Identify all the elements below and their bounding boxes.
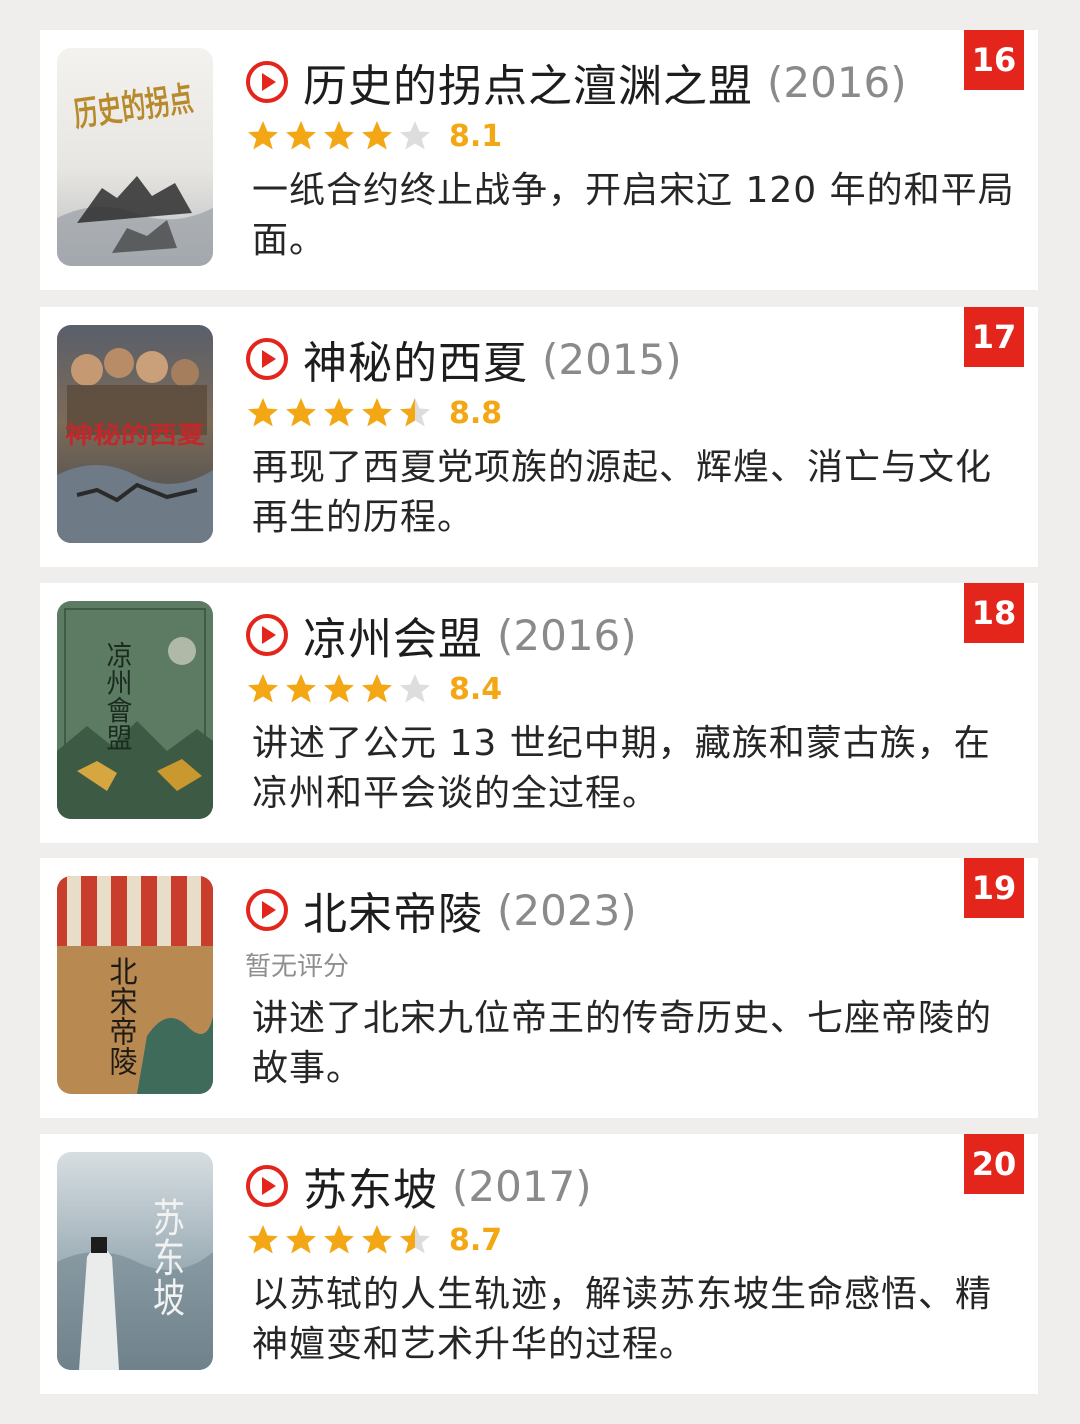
list-item[interactable]: 历史的拐点 历史的拐点之澶渊之盟 (2016) 8.1 一纸合约终止战争，开启宋… (40, 30, 1038, 290)
star-empty-icon (400, 121, 430, 150)
star-rating (245, 118, 435, 154)
star-half-icon (400, 1225, 430, 1254)
star-empty-icon (400, 674, 430, 703)
rating-score: 8.4 (449, 671, 503, 707)
star-full-icon (324, 1225, 354, 1254)
poster-image[interactable]: 神秘的西夏 (57, 325, 213, 543)
star-full-icon (362, 1225, 392, 1254)
item-title[interactable]: 北宋帝陵 (303, 878, 483, 942)
poster-calligraphy: 神秘的西夏 (65, 420, 206, 449)
item-description: 讲述了公元 13 世纪中期，藏族和蒙古族，在凉州和平会谈的全过程。 (252, 723, 991, 814)
list-item[interactable]: 北宋帝陵 北宋帝陵 (2023) 暂无评分 讲述了北宋九位帝王的传奇历史、七座帝… (40, 858, 1038, 1118)
rating-score: 8.8 (449, 395, 503, 431)
poster-image[interactable]: 凉州會盟 (57, 601, 213, 819)
poster-calligraphy: 凉州會盟 (102, 641, 132, 751)
star-rating (245, 395, 435, 431)
item-title[interactable]: 历史的拐点之澶渊之盟 (303, 50, 753, 114)
poster-image[interactable]: 历史的拐点 (57, 48, 213, 266)
star-full-icon (248, 398, 278, 427)
list-item[interactable]: 凉州會盟 凉州会盟 (2016) 8.4 讲述了公元 13 世纪中期，藏族和蒙古… (40, 583, 1038, 843)
item-year: (2023) (497, 885, 637, 935)
title-row[interactable]: 凉州会盟 (2016) (245, 607, 637, 665)
title-row[interactable]: 苏东坡 (2017) (245, 1158, 592, 1216)
star-full-icon (248, 1225, 278, 1254)
star-full-icon (248, 121, 278, 150)
rank-badge: 20 (964, 1134, 1024, 1194)
list-item[interactable]: 神秘的西夏 神秘的西夏 (2015) 8.8 再现了西夏党项族的源起、辉煌、消亡… (40, 307, 1038, 567)
rating-row: 暂无评分 (245, 944, 349, 984)
star-full-icon (324, 398, 354, 427)
item-description: 再现了西夏党项族的源起、辉煌、消亡与文化再生的历程。 (252, 447, 993, 538)
no-rating-label: 暂无评分 (245, 951, 350, 982)
title-row[interactable]: 神秘的西夏 (2015) (245, 331, 682, 389)
list-item[interactable]: 苏东坡 苏东坡 (2017) 8.7 以苏轼的人生轨迹，解读苏东坡生命感悟、精神… (40, 1134, 1038, 1394)
play-circle-icon[interactable] (245, 613, 289, 657)
item-description: 以苏轼的人生轨迹，解读苏东坡生命感悟、精神嬗变和艺术升华的过程。 (252, 1274, 993, 1365)
poster-calligraphy: 北宋帝陵 (106, 956, 139, 1076)
rating-row: 8.8 (245, 393, 502, 433)
item-year: (2016) (497, 610, 637, 660)
rank-badge: 17 (964, 307, 1024, 367)
star-full-icon (362, 674, 392, 703)
title-row[interactable]: 北宋帝陵 (2023) (245, 882, 637, 940)
documentary-list: 历史的拐点 历史的拐点之澶渊之盟 (2016) 8.1 一纸合约终止战争，开启宋… (0, 0, 1080, 1424)
rating-row: 8.4 (245, 669, 502, 709)
star-full-icon (324, 121, 354, 150)
play-circle-icon[interactable] (245, 60, 289, 104)
star-full-icon (286, 398, 316, 427)
item-description: 讲述了北宋九位帝王的传奇历史、七座帝陵的故事。 (252, 998, 993, 1089)
star-full-icon (362, 398, 392, 427)
rank-badge: 18 (964, 583, 1024, 643)
rank-badge: 19 (964, 858, 1024, 918)
item-year: (2016) (767, 57, 907, 107)
poster-image[interactable]: 北宋帝陵 (57, 876, 213, 1094)
rank-badge: 16 (964, 30, 1024, 90)
item-title[interactable]: 神秘的西夏 (303, 327, 528, 391)
star-full-icon (248, 674, 278, 703)
play-circle-icon[interactable] (245, 337, 289, 381)
item-title[interactable]: 苏东坡 (303, 1154, 438, 1218)
item-year: (2015) (542, 334, 682, 384)
rating-row: 8.1 (245, 116, 502, 156)
star-full-icon (286, 1225, 316, 1254)
item-title[interactable]: 凉州会盟 (303, 603, 483, 667)
star-full-icon (286, 674, 316, 703)
item-year: (2017) (452, 1161, 592, 1211)
poster-calligraphy: 苏东坡 (148, 1197, 186, 1317)
rating-score: 8.1 (449, 118, 503, 154)
star-full-icon (286, 121, 316, 150)
poster-image[interactable]: 苏东坡 (57, 1152, 213, 1370)
star-half-icon (400, 398, 430, 427)
star-rating (245, 671, 435, 707)
star-rating (245, 1222, 435, 1258)
play-circle-icon[interactable] (245, 1164, 289, 1208)
play-circle-icon[interactable] (245, 888, 289, 932)
star-full-icon (324, 674, 354, 703)
item-description: 一纸合约终止战争，开启宋辽 120 年的和平局面。 (252, 170, 1015, 261)
star-full-icon (362, 121, 392, 150)
title-row[interactable]: 历史的拐点之澶渊之盟 (2016) (245, 54, 907, 112)
rating-row: 8.7 (245, 1220, 502, 1260)
rating-score: 8.7 (449, 1222, 503, 1258)
